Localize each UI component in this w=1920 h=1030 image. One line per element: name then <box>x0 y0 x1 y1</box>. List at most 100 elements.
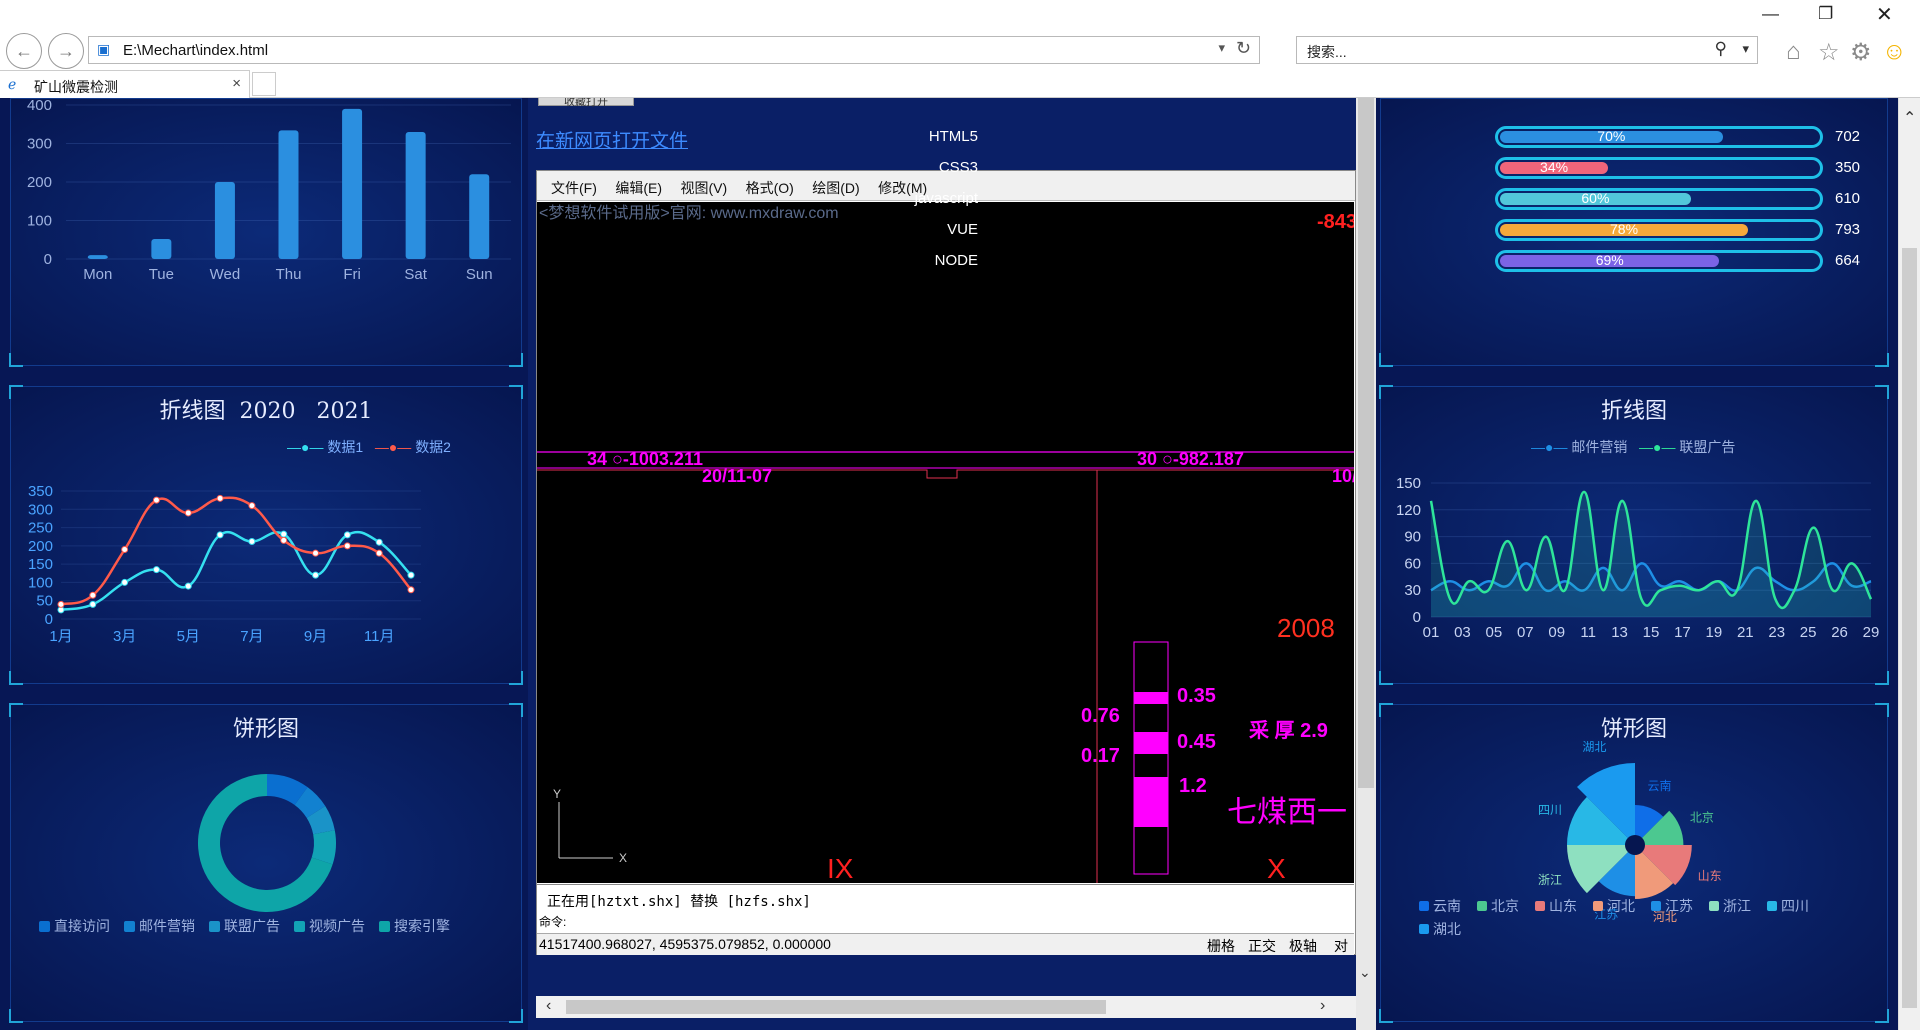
legend-swatch <box>1651 901 1661 911</box>
x-tick-label: Fri <box>343 266 361 283</box>
command-prompt[interactable]: 命令: <box>539 913 566 930</box>
menu-format[interactable]: 格式(O) <box>746 178 794 198</box>
refresh-icon[interactable]: ↻ <box>1236 38 1251 59</box>
corner-decoration <box>9 1009 23 1023</box>
page-scroll-thumb[interactable] <box>1902 248 1917 1008</box>
cad-command-area[interactable]: 正在用[hztxt.shx] 替换 [hzfs.shx] 命令: <box>537 884 1354 931</box>
back-icon: ← <box>15 41 33 61</box>
x-tick-label: 17 <box>1674 624 1691 641</box>
status-grid[interactable]: 栅格 <box>1207 936 1235 956</box>
status-osnap[interactable]: 对 <box>1334 936 1348 956</box>
x-tick-label: 26 <box>1831 624 1848 641</box>
bar <box>214 182 235 259</box>
cad-text: 2008 <box>1277 613 1335 643</box>
legend-swatch <box>209 921 220 932</box>
legend-label: 搜索引擎 <box>394 918 450 934</box>
tab-active[interactable]: ℯ 矿山微震检测 × <box>0 70 250 98</box>
cad-drawing: <梦想软件试用版>官网: www.mxdraw.com 34 ○-1003.21… <box>537 204 1354 883</box>
data-point <box>343 542 351 550</box>
open-new-page-link[interactable]: 在新网页打开文件 <box>536 126 688 153</box>
restore-icon[interactable]: ❐ <box>1818 4 1833 24</box>
legend-swatch <box>1593 901 1603 911</box>
browser-chrome: ← → ▣ E:\Mechart\index.html ▾ ↻ 搜索... ⚲ … <box>0 0 1920 98</box>
search-box[interactable]: 搜索... ⚲ ▾ <box>1296 36 1758 64</box>
x-tick-label: 7月 <box>240 628 263 645</box>
legend-marker-2: —●— <box>374 439 412 455</box>
cad-drawing-canvas[interactable]: <梦想软件试用版>官网: www.mxdraw.com 34 ○-1003.21… <box>537 202 1354 883</box>
cad-text: 10/ <box>1332 466 1354 486</box>
y-tick-label: 150 <box>1396 475 1421 492</box>
top-button[interactable]: 收藏打开 <box>538 98 634 108</box>
legend-label-1[interactable]: 邮件营销 <box>1571 439 1627 455</box>
legend-label: 河北 <box>1607 898 1635 914</box>
hscroll-thumb[interactable] <box>566 1000 1106 1014</box>
corner-decoration <box>1379 671 1393 685</box>
close-icon[interactable]: ✕ <box>1876 2 1893 27</box>
menu-file[interactable]: 文件(F) <box>551 178 597 198</box>
y-tick-label: 60 <box>1404 555 1421 572</box>
cad-column <box>1133 641 1169 875</box>
menu-draw[interactable]: 绘图(D) <box>812 178 859 198</box>
address-bar[interactable]: ▣ E:\Mechart\index.html ▾ ↻ <box>88 36 1260 64</box>
scroll-thumb[interactable] <box>1358 98 1374 788</box>
legend-label-1[interactable]: 数据1 <box>327 439 363 455</box>
scroll-left-icon[interactable]: ‹ <box>546 997 551 1015</box>
favorites-star-icon[interactable]: ☆ <box>1818 38 1840 67</box>
x-tick-label: 13 <box>1611 624 1628 641</box>
donut-chart-title: 饼形图 <box>232 717 299 742</box>
x-tick-label: 5月 <box>177 628 200 645</box>
menu-view[interactable]: 视图(V) <box>680 178 727 198</box>
status-polar[interactable]: 极轴 <box>1289 936 1317 956</box>
home-icon[interactable]: ⌂ <box>1786 38 1801 66</box>
cad-text: 0.17 <box>1081 745 1120 767</box>
search-dropdown-icon[interactable]: ▾ <box>1742 41 1749 57</box>
line-chart-year2: 2021 <box>316 399 373 424</box>
cad-horizontal-scrollbar[interactable]: ‹ › <box>536 996 1356 1018</box>
legend-swatch <box>294 921 305 932</box>
corner-decoration <box>509 1009 523 1023</box>
y-tick-label: 0 <box>1413 609 1421 626</box>
legend-swatch <box>124 921 135 932</box>
y-tick-label: 0 <box>44 251 52 268</box>
corner-decoration <box>509 353 523 367</box>
menu-edit[interactable]: 编辑(E) <box>615 178 662 198</box>
scroll-down-icon[interactable]: ⌄ <box>1359 964 1371 981</box>
cad-watermark: <梦想软件试用版>官网: www.mxdraw.com <box>539 204 839 222</box>
y-tick-label: 150 <box>28 556 53 573</box>
back-button[interactable]: ← <box>6 33 42 69</box>
scroll-up-icon[interactable]: ⌃ <box>1903 108 1916 128</box>
y-tick-label: 30 <box>1404 582 1421 599</box>
data-point <box>121 546 129 554</box>
legend-label: 邮件营销 <box>139 918 195 934</box>
line-chart-title-text: 折线图 <box>159 399 226 424</box>
legend-swatch <box>1419 924 1429 934</box>
skill-name: HTML5 <box>928 128 978 145</box>
series-line <box>60 496 412 606</box>
x-tick-label: Wed <box>210 266 241 283</box>
gear-icon[interactable]: ⚙ <box>1850 38 1872 67</box>
x-tick-label: 15 <box>1643 624 1660 641</box>
forward-button[interactable]: → <box>48 33 84 69</box>
dropdown-icon[interactable]: ▾ <box>1218 40 1225 56</box>
cad-vertical-scrollbar[interactable]: ⌄ <box>1356 98 1376 1030</box>
page-scrollbar[interactable]: ⌃ <box>1898 98 1920 1030</box>
slice-label: 四川 <box>1538 803 1562 817</box>
minimize-icon[interactable]: — <box>1762 4 1779 24</box>
legend-label: 直接访问 <box>54 918 110 934</box>
data-point <box>280 530 288 538</box>
x-tick-label: 07 <box>1517 624 1534 641</box>
search-input[interactable]: 搜索... <box>1307 42 1347 62</box>
legend-marker-1: —●— <box>1531 439 1568 455</box>
tab-close-icon[interactable]: × <box>232 75 241 92</box>
legend-swatch <box>1535 901 1545 911</box>
search-icon[interactable]: ⚲ <box>1715 39 1727 59</box>
new-tab-button[interactable] <box>252 72 276 96</box>
scroll-right-icon[interactable]: › <box>1320 997 1325 1015</box>
bar <box>87 255 108 259</box>
skill-percent: 69% <box>1595 252 1624 268</box>
smiley-icon[interactable]: ☺ <box>1882 38 1907 66</box>
status-ortho[interactable]: 正交 <box>1248 936 1276 956</box>
legend-label-2[interactable]: 联盟广告 <box>1679 439 1735 455</box>
x-tick-label: 3月 <box>113 628 136 645</box>
legend-label-2[interactable]: 数据2 <box>415 439 451 455</box>
